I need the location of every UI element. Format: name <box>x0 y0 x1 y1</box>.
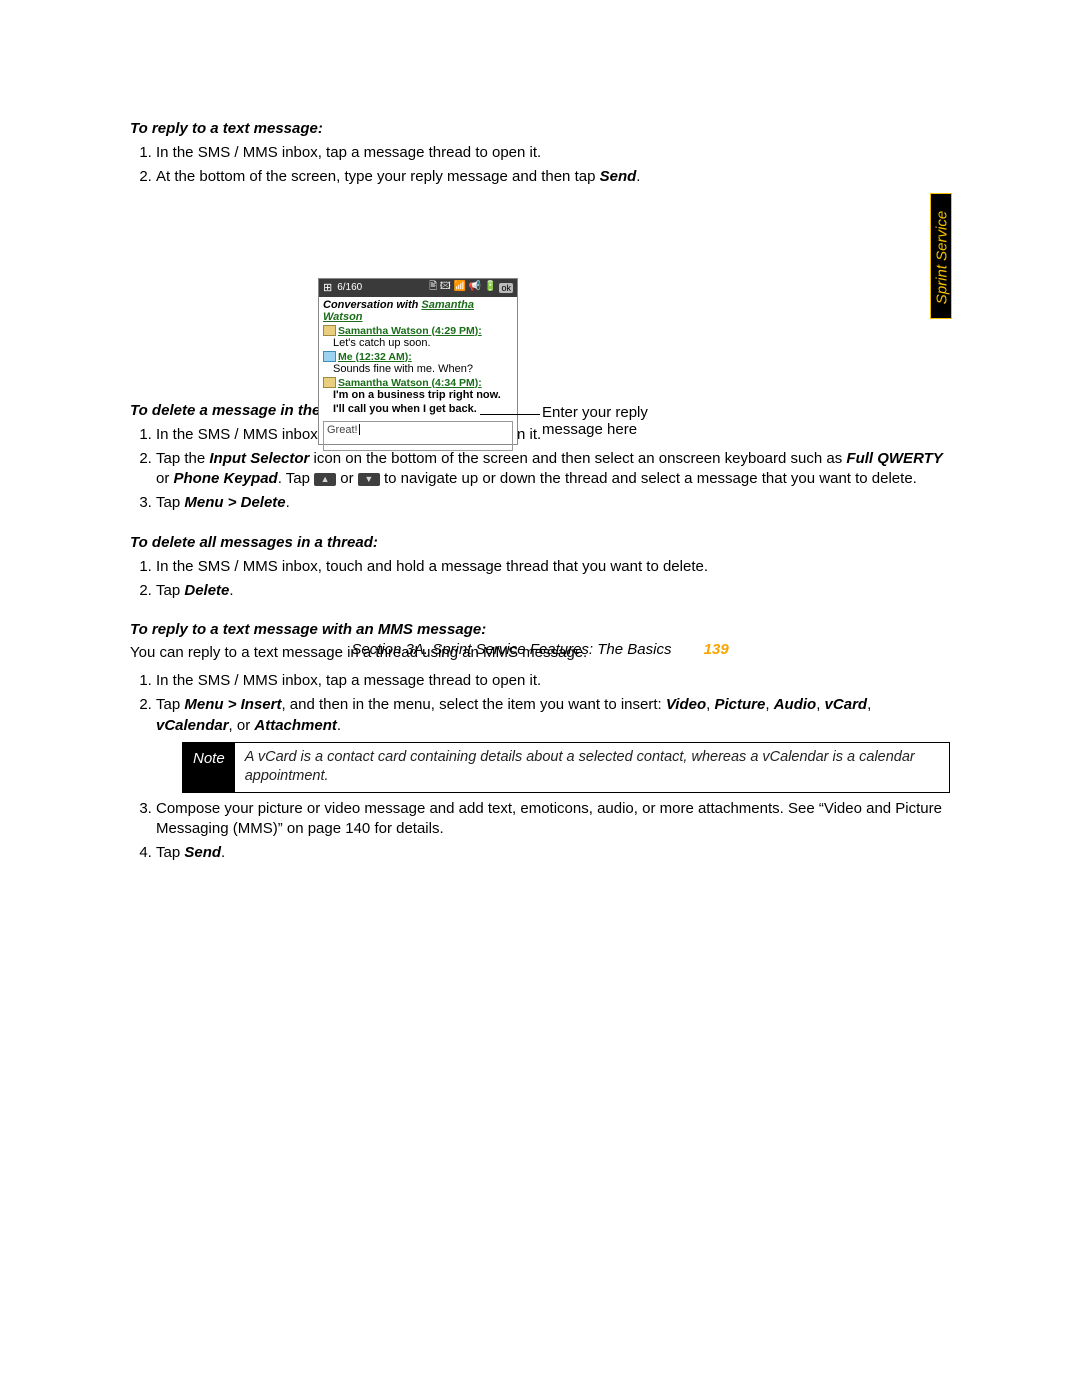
list-item: Tap the Input Selector icon on the botto… <box>156 449 950 490</box>
list-item: Tap Send. <box>156 843 950 863</box>
list-item: Tap Menu > Delete. <box>156 493 950 513</box>
list-delete-one: In the SMS / MMS inbox, tap a message th… <box>130 425 950 514</box>
note-box: Note A vCard is a contact card containin… <box>182 742 950 793</box>
kbd-label: Phone Keypad <box>174 470 278 487</box>
list-item: In the SMS / MMS inbox, tap a message th… <box>156 143 950 163</box>
msg-text: Let's catch up soon. <box>319 337 517 351</box>
msg-text: Sounds fine with me. When? <box>319 363 517 377</box>
callout-text: Enter your reply message here <box>542 404 648 438</box>
list-item: At the bottom of the screen, type your r… <box>156 167 950 187</box>
incoming-icon <box>323 325 336 336</box>
conversation-title: Conversation with Samantha Watson <box>319 297 517 325</box>
text: , <box>706 696 714 713</box>
text: Enter your reply <box>542 404 648 421</box>
list-delete-all: In the SMS / MMS inbox, touch and hold a… <box>130 557 950 602</box>
phone-screenshot: ⊞ 6/160 🖹 🖾 📶 📢 🔋 ok Conversation with S… <box>318 278 518 445</box>
footer-text: Section 3A. Sprint Service Features: The… <box>351 641 671 658</box>
text: Tap <box>156 844 184 861</box>
note-text: A vCard is a contact card containing det… <box>235 743 949 792</box>
text: , or <box>229 717 255 734</box>
text: At the bottom of the screen, type your r… <box>156 168 600 185</box>
heading-delete-one: To delete a message in the thread: <box>130 402 950 419</box>
text: Conversation with <box>323 299 421 311</box>
ok-button: ok <box>499 283 513 293</box>
page-number: 139 <box>704 641 729 658</box>
insert-type: vCalendar <box>156 717 229 734</box>
nav-up-icon: ▲ <box>314 473 336 486</box>
text: . Tap <box>278 470 314 487</box>
input-selector-label: Input Selector <box>209 450 309 467</box>
sender-line: Samantha Watson (4:29 PM): <box>319 325 517 337</box>
page-footer: Section 3A. Sprint Service Features: The… <box>130 641 950 658</box>
incoming-icon <box>323 377 336 388</box>
text: or <box>156 470 174 487</box>
text: Tap <box>156 582 184 599</box>
list-item: In the SMS / MMS inbox, tap a message th… <box>156 671 950 691</box>
text: to navigate up or down the thread and se… <box>380 470 917 487</box>
text: icon on the bottom of the screen and the… <box>309 450 846 467</box>
text: . <box>229 582 233 599</box>
send-label: Send <box>600 168 637 185</box>
reply-field: Great! <box>323 421 513 451</box>
text: , and then in the menu, select the item … <box>281 696 665 713</box>
text: Tap the <box>156 450 209 467</box>
text: , <box>816 696 824 713</box>
sender-line: Me (12:32 AM): <box>319 351 517 363</box>
sender-line: Samantha Watson (4:34 PM): <box>319 377 517 389</box>
list-item: Tap Menu > Insert, and then in the menu,… <box>156 695 950 793</box>
page-body: To reply to a text message: In the SMS /… <box>130 100 950 878</box>
text: . <box>221 844 225 861</box>
text: , <box>765 696 773 713</box>
caret-icon <box>359 424 360 435</box>
text: Tap <box>156 494 184 511</box>
note-label: Note <box>183 743 235 792</box>
outgoing-icon <box>323 351 336 362</box>
kbd-label: Full QWERTY <box>846 450 942 467</box>
msg-text: I'm on a business trip right now. <box>319 389 517 403</box>
text: Tap <box>156 696 184 713</box>
nav-down-icon: ▼ <box>358 473 380 486</box>
heading-reply: To reply to a text message: <box>130 120 950 137</box>
insert-type: vCard <box>825 696 868 713</box>
reply-text: Great! <box>327 424 358 436</box>
heading-delete-all: To delete all messages in a thread: <box>130 534 950 551</box>
insert-type: Audio <box>774 696 817 713</box>
list-item: Compose your picture or video message an… <box>156 799 950 840</box>
callout-leader <box>480 414 540 415</box>
text: or <box>336 470 358 487</box>
send-label: Send <box>184 844 221 861</box>
list-item: In the SMS / MMS inbox, touch and hold a… <box>156 557 950 577</box>
text: . <box>337 717 341 734</box>
figure-area: ⊞ 6/160 🖹 🖾 📶 📢 🔋 ok Conversation with S… <box>130 202 950 382</box>
list-reply: In the SMS / MMS inbox, tap a message th… <box>130 143 950 188</box>
text: , <box>867 696 871 713</box>
delete-label: Delete <box>184 582 229 599</box>
text: message here <box>542 421 648 438</box>
text: . <box>286 494 290 511</box>
menu-label: Menu > Insert <box>184 696 281 713</box>
list-reply-mms: In the SMS / MMS inbox, tap a message th… <box>130 671 950 864</box>
char-counter: 6/160 <box>337 282 362 293</box>
windows-icon: ⊞ <box>323 281 332 294</box>
heading-reply-mms: To reply to a text message with an MMS m… <box>130 621 950 638</box>
insert-type: Attachment <box>254 717 337 734</box>
list-item: Tap Delete. <box>156 581 950 601</box>
phone-statusbar: ⊞ 6/160 🖹 🖾 📶 📢 🔋 ok <box>319 279 517 297</box>
status-icons: 🖹 🖾 📶 📢 🔋 <box>429 279 496 296</box>
menu-label: Menu > Delete <box>184 494 285 511</box>
insert-type: Picture <box>715 696 766 713</box>
insert-type: Video <box>666 696 706 713</box>
